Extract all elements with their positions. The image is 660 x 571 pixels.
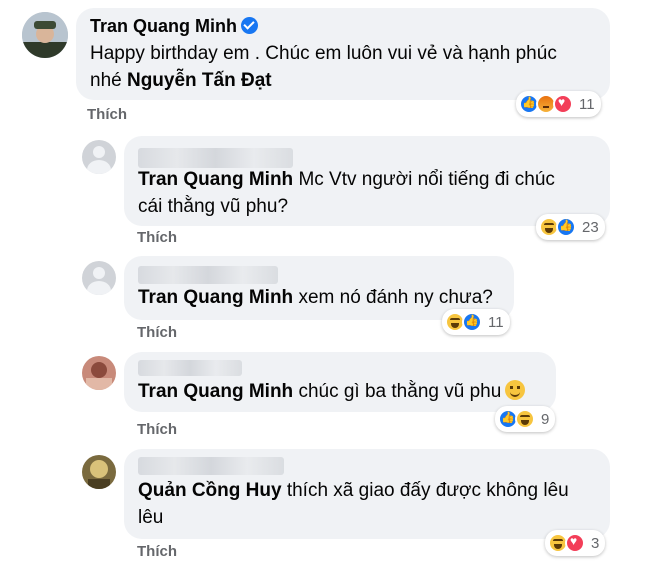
blurred-author-name xyxy=(138,148,293,168)
comment-text-line1: Happy birthday em . Chúc em luôn vui vẻ … xyxy=(90,43,557,64)
reply-reactions[interactable]: 23 xyxy=(536,214,605,240)
like-link[interactable]: Thích xyxy=(137,543,177,560)
like-link[interactable]: Thích xyxy=(87,106,127,123)
reply-reactions[interactable]: 11 xyxy=(442,309,510,335)
reply-text-line1: Mc Vtv người nổi tiếng đi chúc xyxy=(293,169,555,190)
main-reactions[interactable]: 11 xyxy=(516,91,601,117)
like-icon xyxy=(556,217,576,237)
reply-avatar[interactable] xyxy=(82,261,116,295)
reaction-count: 11 xyxy=(579,95,595,113)
like-link[interactable]: Thích xyxy=(137,229,177,246)
reply-avatar[interactable] xyxy=(82,356,116,390)
like-link[interactable]: Thích xyxy=(137,324,177,341)
reply-text: Tran Quang Minh chúc gì ba thằng vũ phu xyxy=(138,378,542,405)
reply-bubble: Tran Quang Minh Mc Vtv người nổi tiếng đ… xyxy=(124,136,610,226)
reply-text-line2: cái thằng vũ phu? xyxy=(138,196,289,217)
reaction-count: 23 xyxy=(582,218,599,236)
author-avatar[interactable] xyxy=(22,12,68,58)
tagged-user[interactable]: Tran Quang Minh xyxy=(138,381,293,402)
reply-avatar[interactable] xyxy=(82,140,116,174)
reply-text: Quản Cồng Huy thích xã giao đấy được khô… xyxy=(138,477,596,531)
reply-text-line1: thích xã giao đấy được không lêu xyxy=(281,480,569,501)
reply-reactions[interactable]: 9 xyxy=(495,406,556,432)
mention-link[interactable]: Nguyễn Tấn Đạt xyxy=(127,70,272,91)
like-icon xyxy=(462,312,482,332)
love-icon xyxy=(553,94,573,114)
comment-author-line: Tran Quang Minh xyxy=(90,14,596,38)
reply-avatar[interactable] xyxy=(82,455,116,489)
comment-text-line2: nhé xyxy=(90,70,127,91)
reply-text: Tran Quang Minh xem nó đánh ny chưa? xyxy=(138,284,500,311)
reply-text-line2: lêu xyxy=(138,507,164,528)
reaction-count: 9 xyxy=(541,410,550,428)
reaction-count: 3 xyxy=(591,534,600,552)
blurred-author-name xyxy=(138,266,278,284)
blurred-author-name xyxy=(138,457,284,475)
comment-text: Happy birthday em . Chúc em luôn vui vẻ … xyxy=(90,40,596,94)
main-comment-bubble: Tran Quang Minh Happy birthday em . Chúc… xyxy=(76,8,610,100)
love-icon xyxy=(565,533,585,553)
tagged-user[interactable]: Tran Quang Minh xyxy=(138,169,293,190)
blurred-author-name xyxy=(138,360,242,376)
reply-bubble: Tran Quang Minh chúc gì ba thằng vũ phu xyxy=(124,352,556,412)
tagged-user[interactable]: Quản Cồng Huy xyxy=(138,480,282,501)
reply-reactions[interactable]: 3 xyxy=(545,530,606,556)
reply-text-line1: xem nó đánh ny chưa? xyxy=(293,287,493,308)
reply-text: Tran Quang Minh Mc Vtv người nổi tiếng đ… xyxy=(138,166,596,220)
reply-text-line1: chúc gì ba thằng vũ phu xyxy=(293,381,502,402)
like-link[interactable]: Thích xyxy=(137,421,177,438)
reply-bubble: Quản Cồng Huy thích xã giao đấy được khô… xyxy=(124,449,610,539)
verified-badge-icon xyxy=(241,17,258,34)
haha-icon xyxy=(515,409,535,429)
smile-emoji-icon xyxy=(505,380,526,400)
reaction-count: 11 xyxy=(488,313,504,331)
tagged-user[interactable]: Tran Quang Minh xyxy=(138,287,293,308)
comment-author-name[interactable]: Tran Quang Minh xyxy=(90,16,237,36)
